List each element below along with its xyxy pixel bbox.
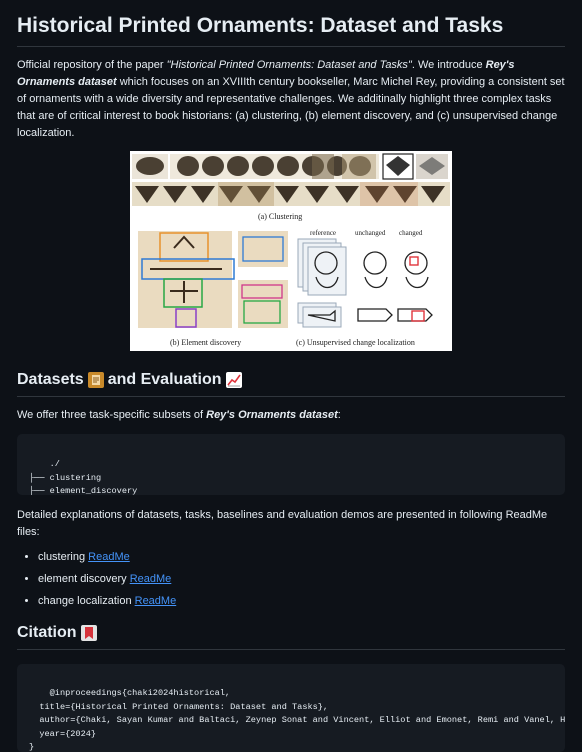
list-item: clustering ReadMe bbox=[38, 549, 565, 566]
chart-increasing-emoji-icon bbox=[225, 372, 242, 389]
scroll-emoji-icon bbox=[87, 372, 104, 389]
clustering-readme-link[interactable]: ReadMe bbox=[88, 551, 130, 563]
dataset-tree-code[interactable]: ./ ├── clustering ├── element_discovery … bbox=[17, 434, 565, 496]
figure-wrapper: (a) Clustering (b) Element discovery (c)… bbox=[17, 151, 565, 352]
label-unchanged: unchanged bbox=[355, 229, 386, 238]
label-changed: changed bbox=[399, 229, 423, 238]
caption-clustering: (a) Clustering bbox=[258, 212, 303, 222]
list-item: element discovery ReadMe bbox=[38, 571, 565, 588]
list-item-label: clustering bbox=[38, 551, 89, 564]
details-paragraph: Detailed explanations of datasets, tasks… bbox=[17, 509, 548, 539]
list-item-label: element discovery bbox=[38, 573, 130, 586]
readme-list: clustering ReadMe element discovery Read… bbox=[17, 549, 565, 610]
intro-text-2: . We introduce bbox=[411, 59, 486, 72]
datasets-intro: We offer three task-specific subsets of … bbox=[17, 407, 565, 424]
list-item: change localization ReadMe bbox=[38, 593, 565, 610]
datasets-heading-text: Datasets bbox=[17, 371, 84, 389]
citation-code[interactable]: @inproceedings{chaki2024historical, titl… bbox=[17, 663, 565, 752]
citation-heading-text: Citation bbox=[17, 624, 77, 642]
datasets-intro-dataset: Rey's Ornaments dataset bbox=[206, 409, 338, 422]
element-discovery-readme-link[interactable]: ReadMe bbox=[130, 573, 172, 585]
paper-title: "Historical Printed Ornaments: Dataset a… bbox=[166, 59, 412, 72]
citation-bibtex-text: @inproceedings{chaki2024historical, titl… bbox=[29, 688, 565, 752]
page-title: Historical Printed Ornaments: Dataset an… bbox=[17, 0, 565, 48]
dataset-tree-text: ./ ├── clustering ├── element_discovery … bbox=[29, 459, 138, 496]
list-item-label: change localization bbox=[38, 595, 135, 608]
caption-element-discovery: (b) Element discovery bbox=[170, 338, 242, 348]
caption-change-localization: (c) Unsupervised change localization bbox=[296, 338, 415, 348]
change-localization-readme-link[interactable]: ReadMe bbox=[135, 595, 177, 607]
datasets-intro-text: We offer three task-specific subsets of bbox=[17, 409, 207, 422]
teaser-illustration bbox=[132, 153, 450, 329]
intro-paragraph: Official repository of the paper "Histor… bbox=[17, 57, 565, 142]
citation-heading: Citation bbox=[17, 622, 565, 650]
datasets-intro-colon: : bbox=[337, 409, 341, 422]
copy-icon[interactable] bbox=[542, 674, 554, 686]
datasets-heading: Datasets and Evaluation bbox=[17, 369, 565, 398]
intro-text-1: Official repository of the paper bbox=[17, 59, 167, 72]
readme-page: Historical Printed Ornaments: Dataset an… bbox=[0, 0, 582, 752]
teaser-figure[interactable]: (a) Clustering (b) Element discovery (c)… bbox=[130, 151, 452, 352]
datasets-heading-text-2: and Evaluation bbox=[107, 371, 222, 389]
bookmark-emoji-icon bbox=[80, 625, 97, 642]
label-reference: reference bbox=[310, 229, 337, 238]
copy-icon[interactable] bbox=[542, 444, 554, 456]
